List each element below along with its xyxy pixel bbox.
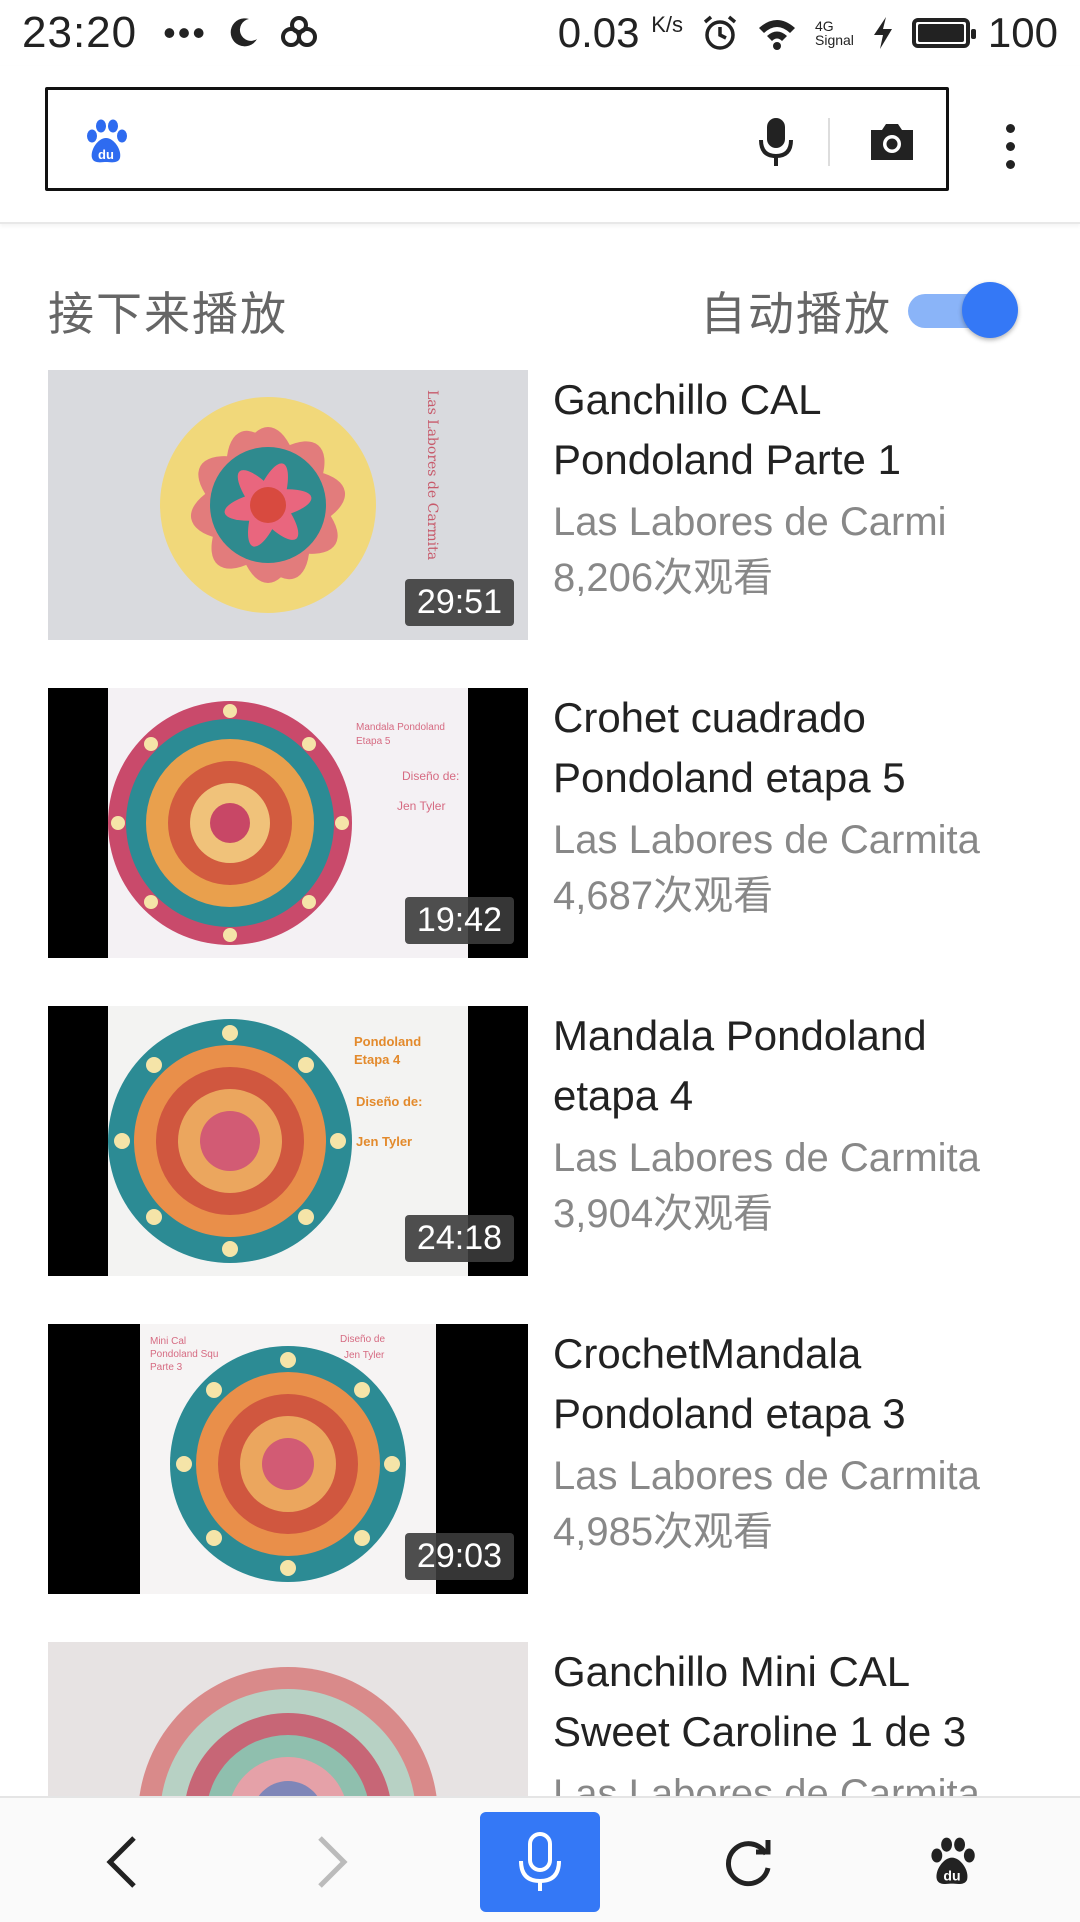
video-channel: Las Labores de Carmi — [553, 500, 947, 544]
video-title-line1: Crohet cuadrado — [553, 694, 866, 741]
video-title-line2: Pondoland etapa 5 — [553, 754, 906, 801]
toggle-knob — [962, 282, 1018, 338]
video-duration: 19:42 — [404, 897, 514, 944]
video-thumbnail[interactable]: Mandala Pondoland Etapa 5 Diseño de: Jen… — [48, 688, 528, 958]
wifi-icon — [759, 20, 795, 50]
video-title-line2: Pondoland etapa 3 — [553, 1390, 906, 1437]
network-type: 4G Signal — [815, 19, 854, 47]
search-divider — [828, 118, 830, 166]
video-item[interactable]: Las Labores de Carmita 29:51 Ganchillo C… — [0, 370, 1080, 640]
thumb-text: Mandala Pondoland — [356, 722, 445, 733]
video-views: 8,206次观看 — [553, 556, 774, 600]
search-header: du — [0, 66, 1080, 224]
signal-label: Signal — [815, 32, 854, 48]
status-bar: 23:20 ••• 0.03 K/s 4G Signal 100 — [0, 0, 1080, 66]
speed-value: 0.03 — [557, 9, 640, 56]
video-duration: 29:03 — [404, 1533, 514, 1580]
chevron-right-icon — [318, 1836, 348, 1888]
video-item[interactable]: Mandala Pondoland Etapa 5 Diseño de: Jen… — [0, 688, 1080, 958]
forward-button[interactable] — [272, 1812, 392, 1912]
microphone-icon — [759, 118, 793, 166]
video-channel: Las Labores de Carmita — [553, 818, 980, 862]
thumb-text: Etapa 5 — [356, 736, 391, 747]
video-info[interactable]: Crohet cuadrado Pondoland etapa 5 Las Lab… — [553, 688, 1053, 924]
status-left: 23:20 ••• — [22, 8, 319, 58]
moon-icon — [230, 18, 257, 47]
battery-icon — [911, 18, 976, 48]
svg-text:du: du — [98, 147, 114, 162]
video-title[interactable]: Mandala Pondoland etapa 4 — [553, 1006, 1053, 1126]
battery-percent: 100 — [987, 9, 1058, 56]
autoplay-toggle[interactable] — [906, 280, 1018, 340]
video-views: 4,985次观看 — [553, 1510, 774, 1554]
video-title[interactable]: Ganchillo Mini CAL Sweet Caroline 1 de 3 — [553, 1642, 1053, 1762]
thumbnail-side-text: Las Labores de Carmita — [424, 390, 440, 560]
alarm-icon — [703, 15, 737, 50]
status-time: 23:20 — [22, 8, 138, 57]
svg-text:du: du — [943, 1867, 960, 1883]
microphone-icon — [519, 1832, 561, 1891]
thumb-text: Jen Tyler — [344, 1350, 385, 1361]
baidu-paw-icon: du — [931, 1837, 975, 1885]
video-title-line2: etapa 4 — [553, 1072, 694, 1119]
thumb-text: Diseño de: — [402, 769, 459, 783]
video-title-line1: Ganchillo Mini CAL — [553, 1648, 911, 1695]
up-next-title: 接下来播放 — [48, 288, 288, 340]
video-thumbnail[interactable]: Mini Cal Pondoland Squ Parte 3 Diseño de… — [48, 1324, 528, 1594]
video-info[interactable]: Ganchillo CAL Pondoland Parte 1 Las Labor… — [553, 370, 1053, 606]
speed-unit: K/s — [651, 12, 683, 37]
camera-icon — [871, 124, 913, 160]
autoplay-label: 自动播放 — [700, 288, 892, 340]
video-title-line2: Sweet Caroline 1 de 3 — [553, 1708, 967, 1755]
video-title[interactable]: Ganchillo CAL Pondoland Parte 1 — [553, 370, 1053, 490]
chevron-left-icon — [106, 1836, 136, 1888]
baidu-paw-icon[interactable]: du — [82, 118, 130, 166]
thumb-text: Pondoland Squ — [150, 1349, 218, 1360]
thumb-text: Diseño de — [340, 1334, 385, 1345]
video-item[interactable]: Pondoland Etapa 4 Diseño de: Jen Tyler 2… — [0, 1006, 1080, 1276]
status-right: 0.03 K/s 4G Signal 100 — [558, 9, 1058, 57]
refresh-button[interactable] — [688, 1812, 808, 1912]
video-thumbnail[interactable]: Las Labores de Carmita 29:51 — [48, 370, 528, 640]
network-speed: 0.03 K/s — [558, 9, 683, 57]
video-title[interactable]: CrochetMandala Pondoland etapa 3 — [553, 1324, 1053, 1444]
video-channel: Las Labores de Carmita — [553, 1136, 980, 1180]
video-duration: 29:51 — [404, 579, 514, 626]
more-vert-icon[interactable] — [990, 116, 1030, 176]
link-icon — [280, 16, 317, 47]
video-info[interactable]: CrochetMandala Pondoland etapa 3 Las Labo… — [553, 1324, 1053, 1560]
video-item[interactable]: Mini Cal Pondoland Squ Parte 3 Diseño de… — [0, 1324, 1080, 1594]
video-title-line1: Ganchillo CAL — [553, 376, 822, 423]
thumb-text: Jen Tyler — [397, 799, 445, 813]
notification-dots-icon: ••• — [163, 12, 207, 53]
thumb-text: Pondoland — [354, 1034, 421, 1049]
thumb-text: Diseño de: — [356, 1094, 422, 1109]
network-label: 4G — [815, 18, 834, 34]
charging-icon — [873, 17, 892, 49]
video-title[interactable]: Crohet cuadrado Pondoland etapa 5 — [553, 688, 1053, 808]
voice-button[interactable] — [480, 1812, 600, 1912]
video-views: 4,687次观看 — [553, 874, 774, 918]
video-info[interactable]: Mandala Pondoland etapa 4 Las Labores de … — [553, 1006, 1053, 1242]
voice-search-button[interactable] — [748, 114, 804, 170]
video-thumbnail[interactable]: Pondoland Etapa 4 Diseño de: Jen Tyler 2… — [48, 1006, 528, 1276]
video-duration: 24:18 — [404, 1215, 514, 1262]
search-input[interactable]: du — [45, 87, 949, 191]
thumb-text: Mini Cal — [150, 1336, 186, 1347]
video-views: 3,904次观看 — [553, 1192, 774, 1236]
thumb-text: Parte 3 — [150, 1362, 183, 1373]
image-search-button[interactable] — [864, 114, 920, 170]
video-channel: Las Labores de Carmita — [553, 1454, 980, 1498]
up-next-header: 接下来播放 自动播放 — [0, 270, 1080, 350]
thumb-text: Jen Tyler — [356, 1134, 412, 1149]
refresh-icon — [726, 1840, 771, 1887]
bottom-nav: du — [0, 1796, 1080, 1922]
thumb-text: Etapa 4 — [354, 1052, 401, 1067]
video-title-line2: Pondoland Parte 1 — [553, 436, 901, 483]
home-button[interactable]: du — [892, 1812, 1012, 1912]
video-title-line1: Mandala Pondoland — [553, 1012, 927, 1059]
video-title-line1: CrochetMandala — [553, 1330, 862, 1377]
video-info[interactable]: Ganchillo Mini CAL Sweet Caroline 1 de 3 … — [553, 1642, 1053, 1822]
back-button[interactable] — [62, 1812, 182, 1912]
